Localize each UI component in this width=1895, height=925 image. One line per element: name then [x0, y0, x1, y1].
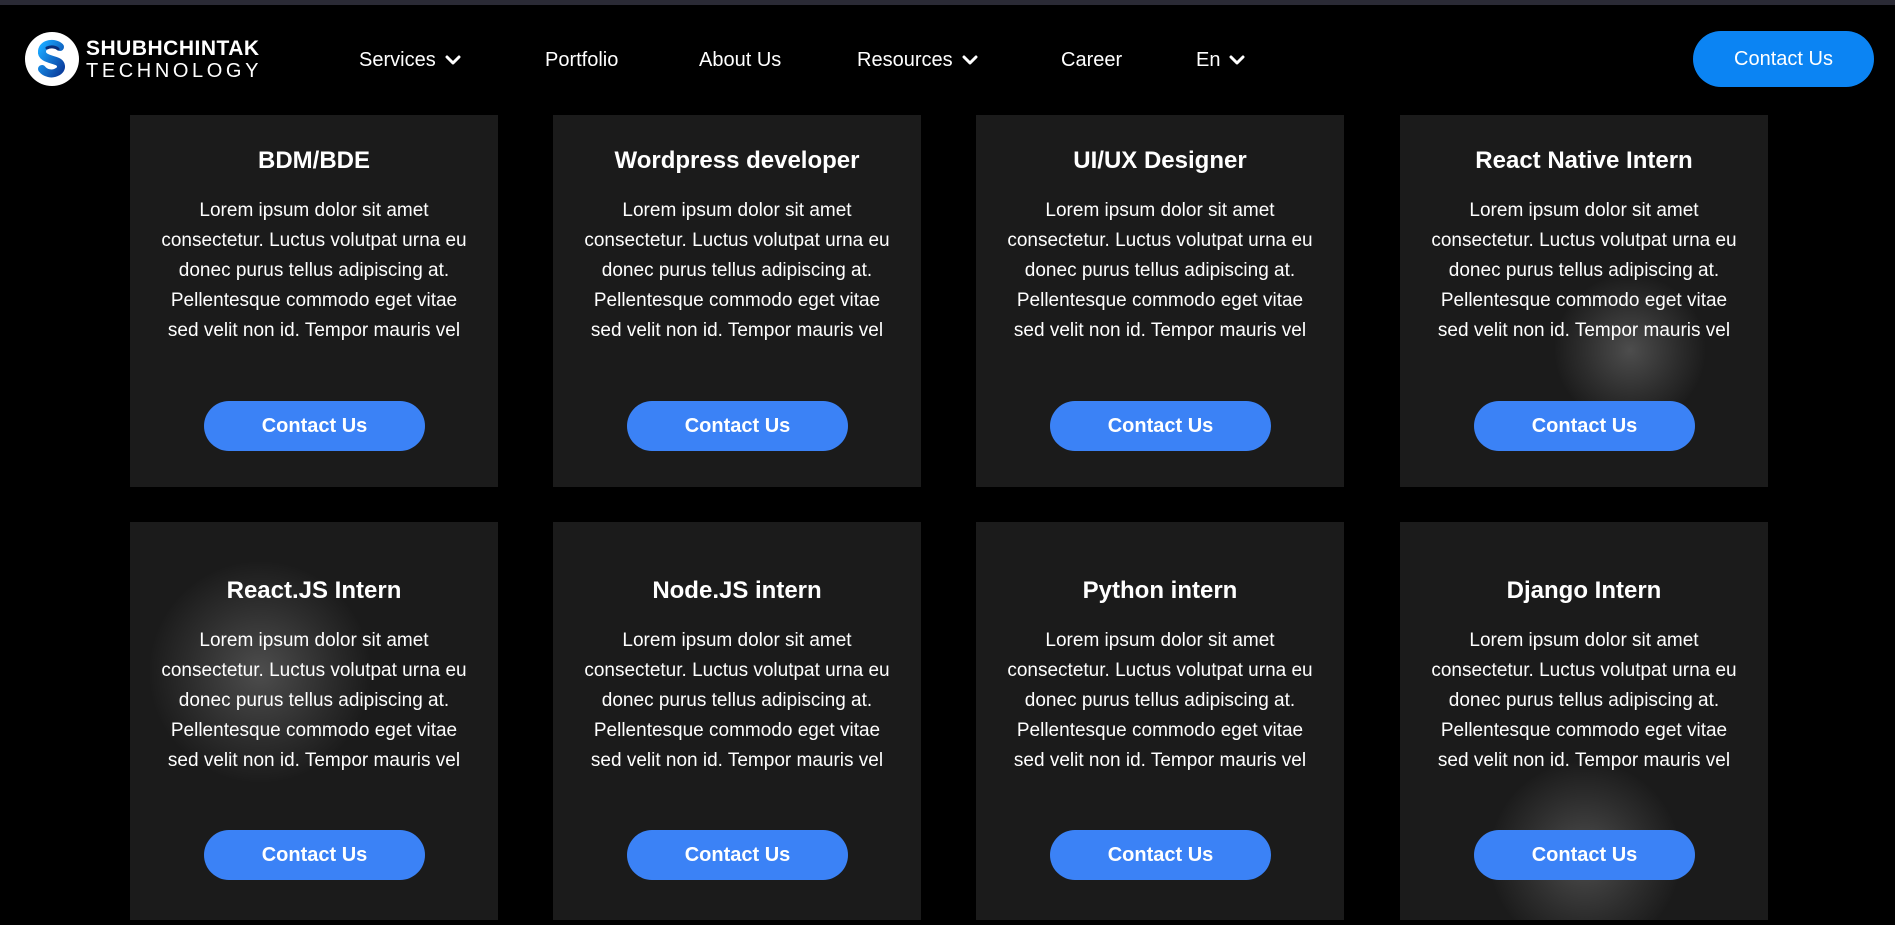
chevron-down-icon	[445, 55, 461, 64]
language-selector[interactable]: En	[1196, 46, 1245, 74]
nav-career-label: Career	[1061, 48, 1123, 71]
brand-logo[interactable]: SHUBHCHINTAK TECHNOLOGY	[25, 31, 262, 87]
job-description: Lorem ipsum dolor sit amet consectetur. …	[161, 630, 467, 771]
contact-us-button[interactable]: Contact Us	[1050, 830, 1271, 880]
job-card-nodejs: Node.JS intern Lorem ipsum dolor sit ame…	[553, 522, 921, 920]
job-title: React.JS Intern	[226, 577, 402, 604]
nav-services-label: Services	[359, 48, 436, 71]
contact-us-button[interactable]: Contact Us	[627, 401, 848, 451]
brand-name-line1: SHUBHCHINTAK	[86, 36, 260, 60]
nav-portfolio-label: Portfolio	[545, 48, 619, 71]
job-card-reactjs: React.JS Intern Lorem ipsum dolor sit am…	[130, 522, 498, 920]
job-description: Lorem ipsum dolor sit amet consectetur. …	[1007, 630, 1313, 771]
nav-about-us[interactable]: About Us	[699, 46, 781, 74]
nav-about-label: About Us	[699, 48, 782, 71]
nav-resources[interactable]: Resources	[857, 46, 978, 74]
job-title: Python intern	[1082, 577, 1238, 604]
job-card-wordpress: Wordpress developer Lorem ipsum dolor si…	[553, 115, 921, 487]
job-title: BDM/BDE	[258, 147, 370, 174]
job-title: UI/UX Designer	[1073, 147, 1247, 174]
job-title: Django Intern	[1506, 577, 1662, 604]
language-label: En	[1196, 48, 1221, 71]
contact-us-button[interactable]: Contact Us	[204, 830, 425, 880]
job-card-django: Django Intern Lorem ipsum dolor sit amet…	[1400, 522, 1768, 920]
job-description: Lorem ipsum dolor sit amet consectetur. …	[161, 200, 467, 341]
job-description: Lorem ipsum dolor sit amet consectetur. …	[1431, 200, 1737, 341]
job-description: Lorem ipsum dolor sit amet consectetur. …	[1431, 630, 1737, 771]
header-contact-button[interactable]: Contact Us	[1693, 31, 1874, 87]
job-card-bdm: BDM/BDE Lorem ipsum dolor sit amet conse…	[130, 115, 498, 487]
job-description: Lorem ipsum dolor sit amet consectetur. …	[584, 200, 890, 341]
contact-us-button[interactable]: Contact Us	[1474, 401, 1695, 451]
job-title: Wordpress developer	[614, 147, 860, 174]
contact-us-button[interactable]: Contact Us	[627, 830, 848, 880]
job-card-python: Python intern Lorem ipsum dolor sit amet…	[976, 522, 1344, 920]
brand-name-line2: TECHNOLOGY	[86, 59, 263, 82]
nav-services[interactable]: Services	[359, 46, 461, 74]
job-description: Lorem ipsum dolor sit amet consectetur. …	[584, 630, 890, 771]
contact-us-button[interactable]: Contact Us	[204, 401, 425, 451]
nav-resources-label: Resources	[857, 48, 953, 71]
logo-s-icon	[25, 32, 79, 86]
contact-us-button[interactable]: Contact Us	[1050, 401, 1271, 451]
nav-career[interactable]: Career	[1061, 46, 1122, 74]
job-title: React Native Intern	[1475, 147, 1693, 174]
job-card-uiux: UI/UX Designer Lorem ipsum dolor sit ame…	[976, 115, 1344, 487]
contact-us-button[interactable]: Contact Us	[1474, 830, 1695, 880]
site-header: SHUBHCHINTAK TECHNOLOGY Services Portfol…	[0, 5, 1895, 115]
job-description: Lorem ipsum dolor sit amet consectetur. …	[1007, 200, 1313, 341]
chevron-down-icon	[962, 55, 978, 64]
job-card-react-native: React Native Intern Lorem ipsum dolor si…	[1400, 115, 1768, 487]
nav-portfolio[interactable]: Portfolio	[545, 46, 618, 74]
chevron-down-icon	[1229, 55, 1245, 64]
job-title: Node.JS intern	[652, 577, 822, 604]
